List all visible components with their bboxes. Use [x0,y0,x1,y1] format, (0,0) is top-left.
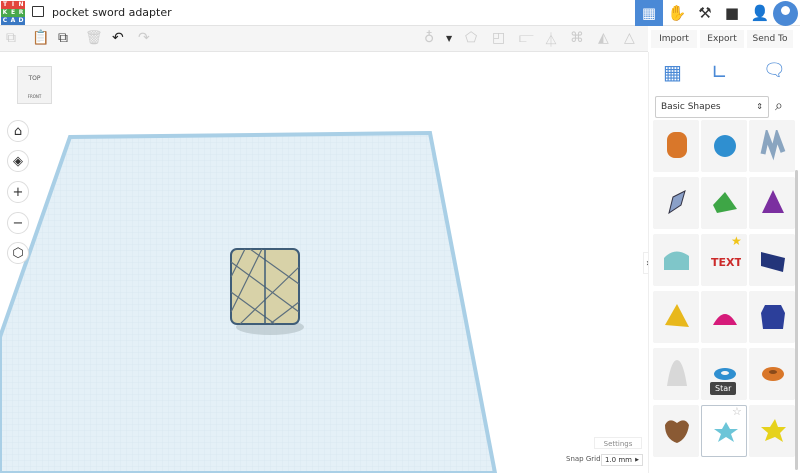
note-icon[interactable]: ♁ [424,30,434,46]
duplicate-icon[interactable]: ⧉ [58,30,68,46]
paraboloid-shape-icon [667,360,687,386]
pyramid-shape-icon [665,304,689,327]
box-shape[interactable] [653,120,699,172]
view-cube[interactable]: TOP FRONT [17,66,52,104]
paraboloid-shape[interactable] [653,348,699,400]
snap-grid-label: Snap Grid [566,455,601,463]
design-list-icon[interactable] [32,6,44,17]
roof-shape-icon [713,192,737,213]
export-button[interactable]: Export [700,30,744,48]
star-six-shape[interactable] [749,405,795,457]
select-arrow-icon: ⇕ [756,102,763,111]
align-icon[interactable]: ⫍ [519,30,534,46]
group-icon[interactable]: ⬠ [465,30,477,46]
workplane-icon[interactable]: ◭ [598,30,609,46]
text-shape-icon: TEXT [711,256,741,269]
round-roof-shape-icon [664,251,689,270]
import-button[interactable]: Import [651,30,697,48]
notes-tool-icon[interactable]: 🗨 [763,60,786,81]
ruler-icon[interactable]: △ [624,30,635,46]
polygon-shape[interactable] [749,291,795,343]
scribble-shape-icon [760,130,786,161]
favorite-icon[interactable]: ☆ [732,405,742,418]
snap-grid-select[interactable]: 1.0 mm ▶ [601,454,643,466]
selected-cylinder-object [230,248,300,325]
zoom-in-button[interactable]: + [7,181,29,203]
fit-view-button[interactable]: ◈ [7,150,29,172]
polygon-shape-icon [761,305,785,329]
shape-category-select[interactable]: Basic Shapes ⇕ [655,96,769,118]
star-six-shape-icon [761,419,786,442]
search-icon[interactable]: ⌕ [775,98,783,114]
delete-icon[interactable]: 🗑 [85,30,103,46]
wedge-shape-icon [761,252,785,272]
home-view-button[interactable]: ⌂ [7,120,29,142]
ruler-tool-icon[interactable]: ∟ [711,60,728,84]
settings-button[interactable]: Settings [594,437,642,449]
send-to-button[interactable]: Send To [747,30,793,48]
3d-viewport[interactable]: TOP FRONT ⌂ ◈ + − ⬡ [0,52,648,475]
half-sphere-shape-icon [713,314,737,325]
scribble-shape[interactable] [749,120,795,172]
svg-text:TEXT: TEXT [711,256,741,269]
copy-icon[interactable]: ⧉ [6,30,16,46]
cruise-icon[interactable]: ⌘ [570,30,584,46]
redo-icon[interactable]: ↷ [138,30,150,46]
pyramid-shape[interactable] [653,291,699,343]
zoom-out-button[interactable]: − [7,212,29,234]
box-shape-icon [667,132,687,158]
workplane[interactable] [0,52,648,475]
featured-star-icon: ★ [731,234,742,248]
sim-lab-icon[interactable]: ✋ [663,0,691,26]
avatar[interactable] [773,1,798,26]
shape-tooltip: Star [710,382,737,395]
minecraft-pickaxe-icon[interactable]: ⚒ [691,0,719,26]
dropdown-icon: ▶ [635,457,639,463]
design-title[interactable]: pocket sword adapter [52,6,172,19]
shape-generator-shape-icon [668,190,686,215]
cone-shape-icon [762,190,784,213]
tube-shape-icon [762,367,784,381]
sphere-shape[interactable] [701,120,747,172]
paste-icon[interactable]: 📋 [32,30,49,46]
heart-shape[interactable] [653,405,699,457]
ungroup-icon[interactable]: ◰ [492,30,505,46]
half-sphere-shape[interactable] [701,291,747,343]
undo-icon[interactable]: ↶ [112,30,124,46]
sphere-shape-icon [714,135,736,157]
add-user-icon[interactable]: 👤 [746,0,774,26]
mirror-icon[interactable]: ⏃ [544,30,558,50]
workplane-tool-icon[interactable]: ▦ [663,60,682,84]
top-bar: TIN KER CAD pocket sword adapter ▦ ✋ ⚒ ■… [0,0,800,26]
panel-scrollbar[interactable] [795,170,798,470]
star-shape-icon [714,422,738,442]
tube-shape[interactable] [749,348,795,400]
grid-view-icon[interactable]: ▦ [635,0,663,26]
roof-shape[interactable] [701,177,747,229]
shape-generator-shape[interactable] [653,177,699,229]
cone-shape[interactable] [749,177,795,229]
round-roof-shape[interactable] [653,234,699,286]
wedge-shape[interactable] [749,234,795,286]
heart-shape-icon [665,420,689,443]
bricks-icon[interactable]: ■ [718,0,746,26]
projection-button[interactable]: ⬡ [7,242,29,264]
tinkercad-logo[interactable]: TIN KER CAD [1,1,25,25]
dropdown-icon[interactable]: ▼ [446,34,452,43]
edit-toolbar: ⧉ 📋 ⧉ 🗑 ↶ ↷ ♁ ▼ ⬠ ◰ ⫍ ⏃ ⌘ ◭ △ [0,26,648,52]
